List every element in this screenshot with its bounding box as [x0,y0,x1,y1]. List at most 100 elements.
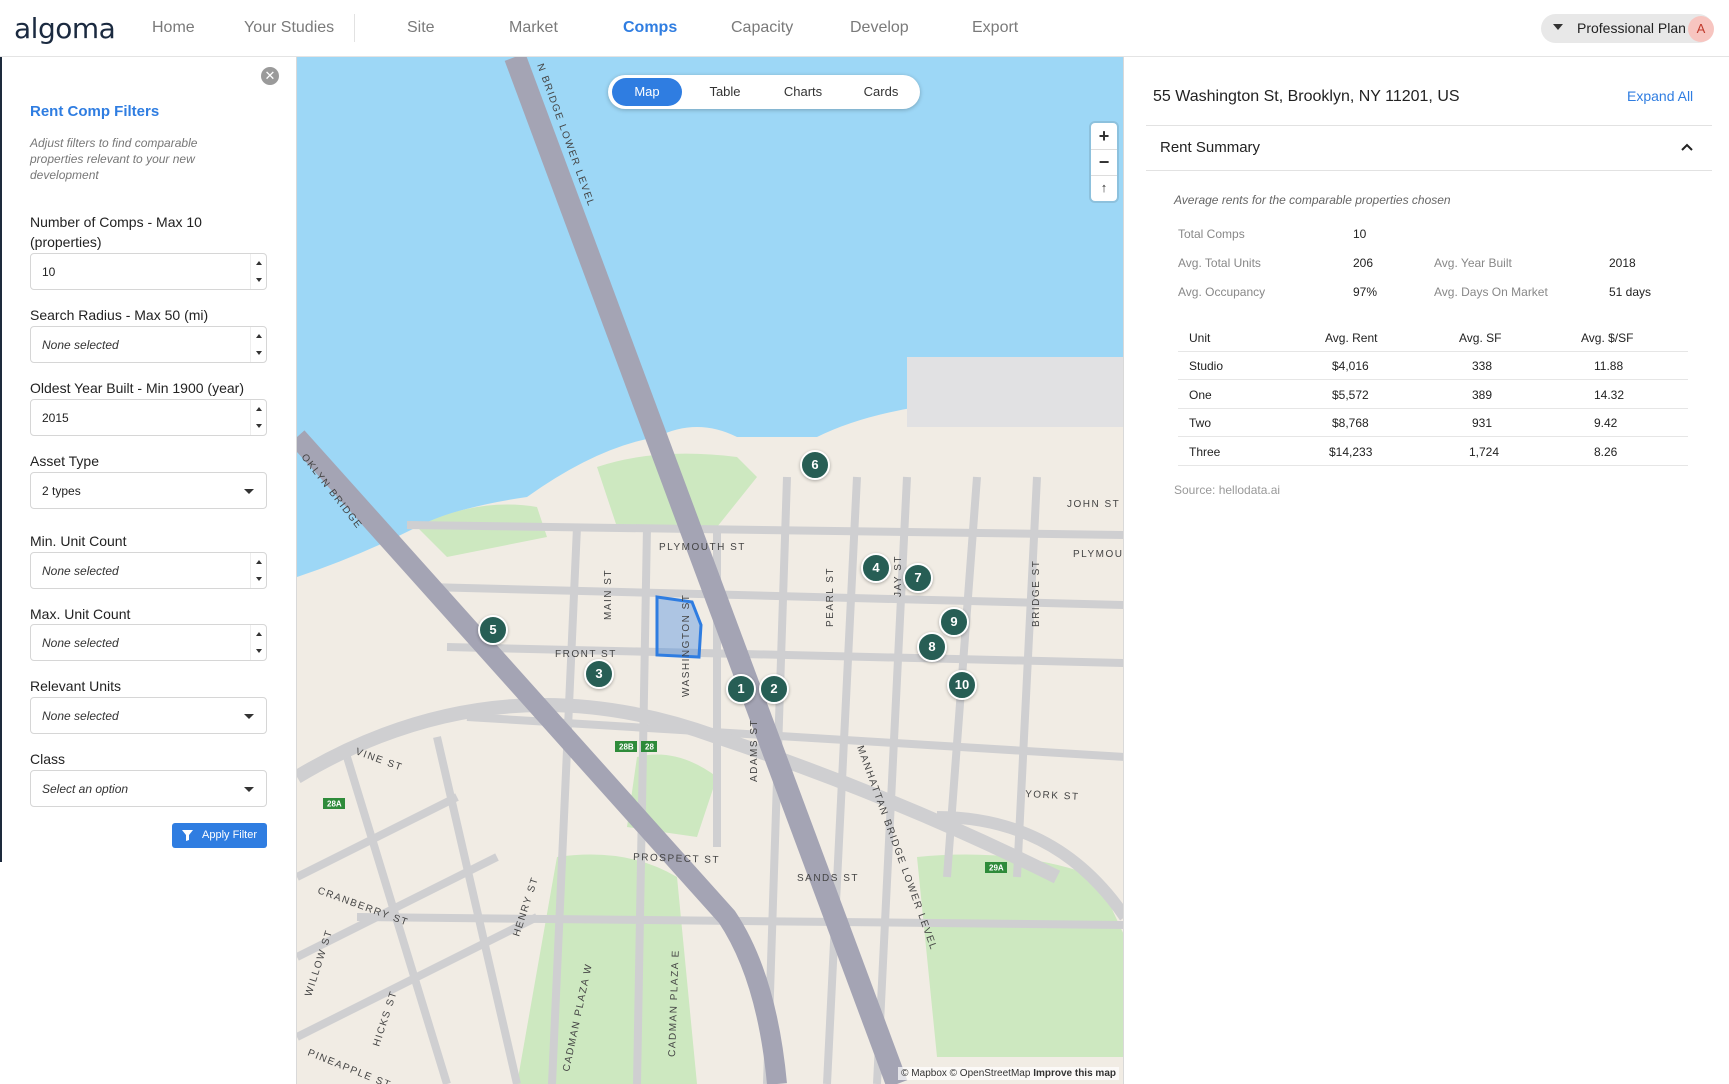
nav-market[interactable]: Market [509,19,558,37]
step-up-icon[interactable] [256,334,262,338]
table-cell: 9.42 [1594,416,1618,430]
comp-marker-3[interactable]: 3 [584,659,614,689]
caret-down-icon [244,489,254,494]
table-cell: Three [1189,445,1221,459]
nav-site[interactable]: Site [407,19,435,37]
step-up-icon[interactable] [256,632,262,636]
summary-description: Average rents for the comparable propert… [1174,193,1451,207]
number-stepper[interactable] [250,625,266,660]
street-label: MAIN ST [603,569,614,620]
comps-map[interactable]: PLYMOUTH ST FRONT ST YORK ST PROSPECT ST… [296,57,1124,1084]
table-cell: 338 [1472,359,1493,373]
stat-label: Total Comps [1178,227,1245,241]
app-logo[interactable]: algoma [14,12,116,45]
comp-marker-5[interactable]: 5 [478,615,508,645]
asset-type-label: Asset Type [30,453,100,469]
tab-map[interactable]: Map [612,78,682,106]
expand-all-link[interactable]: Expand All [1627,88,1693,104]
comp-marker-9[interactable]: 9 [939,607,969,637]
map-canvas[interactable]: PLYMOUTH ST FRONT ST YORK ST PROSPECT ST… [297,57,1124,1084]
chevron-up-icon[interactable] [1681,143,1693,151]
table-cell: $4,016 [1332,359,1369,373]
number-stepper[interactable] [250,400,266,435]
number-stepper[interactable] [250,254,266,289]
class-select[interactable]: Select an option [30,770,267,807]
step-down-icon[interactable] [256,351,262,355]
stat-label: Avg. Total Units [1178,256,1261,270]
table-cell: Studio [1189,359,1224,373]
pier-area [907,357,1123,427]
comp-marker-2[interactable]: 2 [759,674,789,704]
relevant-units-label: Relevant Units [30,678,122,694]
stat-value: 206 [1353,256,1374,270]
nav-your-studies[interactable]: Your Studies [244,19,334,37]
number-stepper[interactable] [250,553,266,588]
comp-marker-6[interactable]: 6 [800,450,830,480]
summary-panel: 55 Washington St, Brooklyn, NY 11201, US… [1124,57,1729,1084]
number-of-comps-input[interactable]: 10 [30,253,267,290]
stat-label: Avg. Year Built [1434,256,1512,270]
street-label: JOHN ST [1067,499,1120,510]
max-unit-count-input[interactable]: None selected [30,624,267,661]
street-label: SANDS ST [797,873,859,884]
site-parcel[interactable] [655,595,703,659]
user-avatar[interactable]: A [1688,16,1714,42]
nav-export[interactable]: Export [972,19,1018,37]
asset-type-select[interactable]: 2 types [30,472,267,509]
field-value: None selected [42,564,119,578]
table-divider [1178,408,1688,409]
number-stepper[interactable] [250,327,266,362]
tab-cards[interactable]: Cards [846,78,916,106]
nav-capacity[interactable]: Capacity [731,19,793,37]
comp-marker-10[interactable]: 10 [947,670,977,700]
oldest-year-built-label: Oldest Year Built - Min 1900 (year) [30,380,244,396]
attribution-text[interactable]: © Mapbox © OpenStreetMap [901,1068,1030,1079]
comp-marker-4[interactable]: 4 [861,553,891,583]
relevant-units-select[interactable]: None selected [30,697,267,734]
exit-shield-label: 28A [327,800,342,809]
street-label: PLYMOU [1073,549,1124,560]
step-down-icon[interactable] [256,278,262,282]
min-unit-count-input[interactable]: None selected [30,552,267,589]
zoom-out-button[interactable]: − [1091,149,1117,175]
filter-icon [182,830,193,841]
table-header: Unit [1189,331,1211,345]
nav-home[interactable]: Home [152,19,195,37]
tab-table[interactable]: Table [690,78,760,106]
nav-develop[interactable]: Develop [850,19,909,37]
max-unit-count-label: Max. Unit Count [30,606,131,622]
caret-down-icon [1553,24,1563,30]
comp-marker-8[interactable]: 8 [917,632,947,662]
step-up-icon[interactable] [256,261,262,265]
tab-charts[interactable]: Charts [768,78,838,106]
step-up-icon[interactable] [256,407,262,411]
table-divider [1178,436,1688,437]
table-cell: $5,572 [1332,388,1369,402]
step-down-icon[interactable] [256,424,262,428]
field-value: None selected [42,338,119,352]
apply-filter-label: Apply Filter [202,829,258,841]
street-label: WASHINGTON ST [681,594,692,697]
rent-summary-title[interactable]: Rent Summary [1160,139,1260,156]
improve-map-link[interactable]: Improve this map [1033,1068,1116,1079]
comp-marker-1[interactable]: 1 [726,674,756,704]
plan-label: Professional Plan [1577,20,1686,36]
street-label: PEARL ST [825,567,836,627]
table-cell: $14,233 [1329,445,1373,459]
apply-filter-button[interactable]: Apply Filter [172,823,267,848]
step-down-icon[interactable] [256,577,262,581]
search-radius-input[interactable]: None selected [30,326,267,363]
close-filters-icon[interactable]: ✕ [261,67,279,85]
step-up-icon[interactable] [256,560,262,564]
oldest-year-built-input[interactable]: 2015 [30,399,267,436]
caret-down-icon [244,787,254,792]
divider [1146,125,1712,126]
number-of-comps-label: Number of Comps - Max 10 (properties) [30,214,202,250]
view-toggle: Map Table Charts Cards [608,75,920,109]
comp-marker-7[interactable]: 7 [903,563,933,593]
nav-comps[interactable]: Comps [623,19,677,37]
class-label: Class [30,751,66,767]
compass-reset-button[interactable]: ↑ [1091,175,1117,201]
zoom-in-button[interactable]: + [1091,123,1117,149]
step-down-icon[interactable] [256,649,262,653]
